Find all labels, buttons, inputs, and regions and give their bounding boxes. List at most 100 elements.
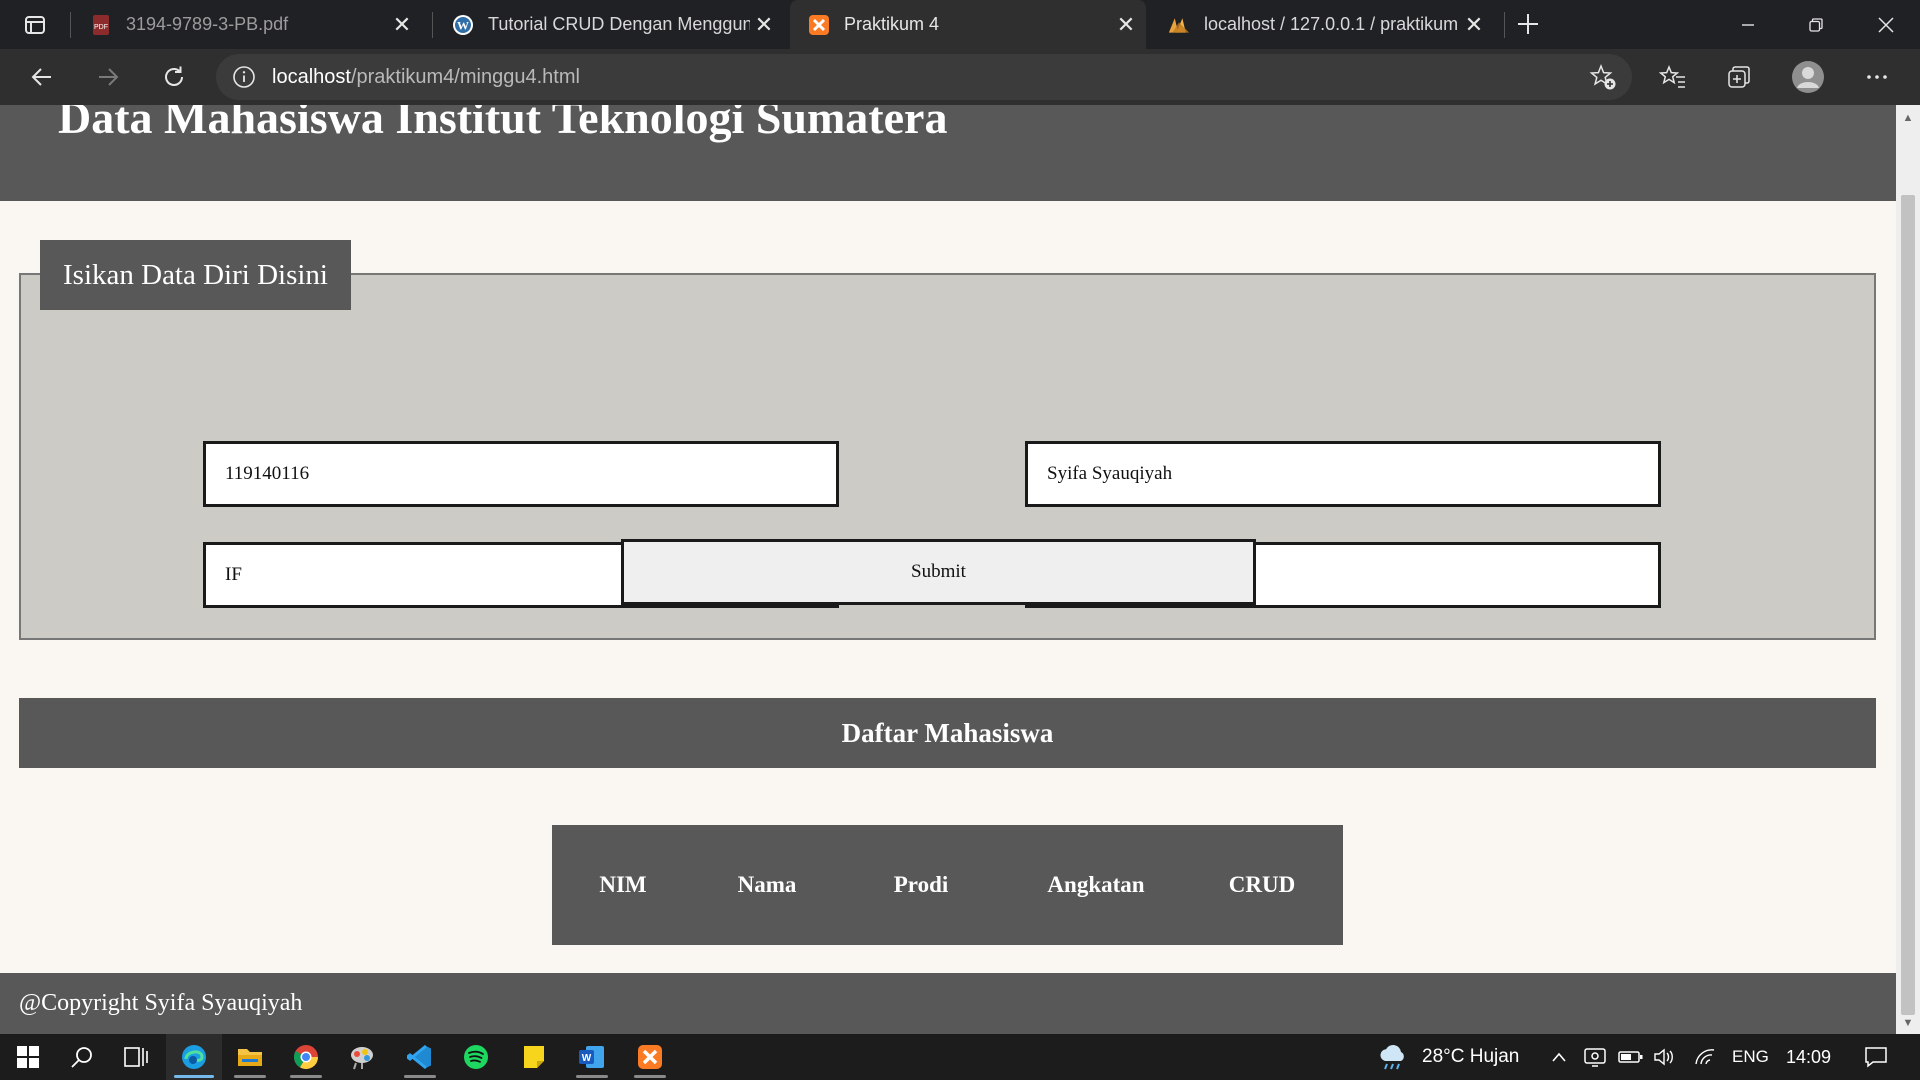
page-footer: @Copyright Syifa Syauqiyah <box>0 973 1896 1034</box>
tab-title: 3194-9789-3-PB.pdf <box>126 14 289 34</box>
windows-logo-icon <box>17 1046 39 1068</box>
xampp-icon <box>808 14 830 36</box>
start-button[interactable] <box>0 1034 56 1080</box>
windows-taskbar: W 28°C Hujan ENG 14:09 <box>0 1034 1920 1080</box>
minimize-icon <box>1742 23 1754 26</box>
task-view-icon <box>124 1047 148 1067</box>
close-window-button[interactable] <box>1852 0 1920 49</box>
site-info-icon[interactable] <box>216 65 272 89</box>
plus-icon <box>1518 14 1538 34</box>
wifi-icon[interactable] <box>1690 1034 1720 1080</box>
scrollbar-thumb[interactable] <box>1901 195 1915 1015</box>
add-favorite-button[interactable] <box>1582 57 1624 97</box>
taskbar-vscode[interactable] <box>392 1034 448 1080</box>
page-scrollbar[interactable]: ▲ ▼ <box>1896 105 1920 1034</box>
close-icon <box>1878 16 1894 33</box>
tab-phpmyadmin[interactable]: localhost / 127.0.0.1 / praktikum ✕ <box>1150 0 1494 49</box>
restore-icon <box>1809 17 1823 32</box>
settings-menu-button[interactable] <box>1856 57 1898 97</box>
page-viewport: Data Mahasiswa Institut Teknologi Sumate… <box>0 105 1896 1034</box>
forward-button[interactable] <box>88 57 128 97</box>
scroll-up-icon[interactable]: ▲ <box>1896 109 1920 127</box>
search-icon <box>71 1047 92 1068</box>
weather-label[interactable]: 28°C Hujan <box>1422 1034 1519 1080</box>
minimize-button[interactable] <box>1714 0 1782 49</box>
volume-icon[interactable] <box>1650 1034 1680 1080</box>
nama-input[interactable]: Syifa Syauqiyah <box>1025 441 1661 507</box>
tab-tutorial-crud[interactable]: W Tutorial CRUD Dengan Menggunakan ✕ <box>434 0 784 49</box>
chrome-icon <box>293 1045 318 1070</box>
back-arrow-icon <box>31 68 51 86</box>
tab-separator <box>432 12 433 38</box>
browser-toolbar: localhost/praktikum4/minggu4.html <box>0 49 1920 105</box>
list-title: Daftar Mahasiswa <box>19 698 1876 768</box>
url-path: /praktikum4/minggu4.html <box>350 65 580 88</box>
tab-separator <box>1504 12 1505 38</box>
page-header: Data Mahasiswa Institut Teknologi Sumate… <box>0 105 1896 201</box>
battery-icon[interactable] <box>1616 1034 1646 1080</box>
taskbar-file-explorer[interactable] <box>222 1034 278 1080</box>
tab-praktikum-4[interactable]: Praktikum 4 ✕ <box>790 0 1146 49</box>
meet-now-icon[interactable] <box>1580 1034 1610 1080</box>
pdf-icon: PDF <box>90 14 112 36</box>
wordpress-icon: W <box>452 14 474 36</box>
weather-icon[interactable] <box>1376 1034 1410 1080</box>
sticky-notes-icon <box>524 1046 544 1068</box>
submit-button[interactable]: Submit <box>621 539 1256 605</box>
task-view-button[interactable] <box>108 1034 164 1080</box>
taskbar-spotify[interactable] <box>448 1034 504 1080</box>
more-icon <box>1867 75 1887 79</box>
taskbar-app[interactable] <box>334 1034 390 1080</box>
tab-title: Praktikum 4 <box>844 14 940 34</box>
favorites-button[interactable] <box>1652 57 1694 97</box>
collections-icon <box>1728 66 1750 88</box>
input-language[interactable]: ENG <box>1732 1034 1769 1080</box>
svg-text:W: W <box>582 1053 592 1064</box>
svg-text:W: W <box>457 18 469 32</box>
browser-tab-bar: PDF 3194-9789-3-PB.pdf ✕ W Tutorial CRUD… <box>0 0 1920 49</box>
tab-separator <box>70 12 71 38</box>
clock[interactable]: 14:09 <box>1786 1034 1831 1080</box>
close-tab-icon[interactable]: ✕ <box>388 11 416 39</box>
new-tab-button[interactable] <box>1508 6 1548 42</box>
taskbar-xampp[interactable] <box>622 1034 678 1080</box>
refresh-button[interactable] <box>154 57 194 97</box>
url-host: localhost <box>272 65 351 88</box>
scroll-down-icon[interactable]: ▼ <box>1896 1014 1920 1032</box>
close-tab-icon[interactable]: ✕ <box>750 11 778 39</box>
taskbar-chrome[interactable] <box>278 1034 334 1080</box>
restore-button[interactable] <box>1782 0 1850 49</box>
collections-button[interactable] <box>1718 57 1760 97</box>
chevron-up-icon[interactable] <box>1544 1034 1574 1080</box>
taskbar-edge[interactable] <box>166 1034 222 1080</box>
back-button[interactable] <box>22 57 62 97</box>
close-tab-icon[interactable]: ✕ <box>1460 11 1488 39</box>
taskbar-word[interactable]: W <box>564 1034 620 1080</box>
avatar-icon <box>1792 61 1824 93</box>
nim-input[interactable]: 119140116 <box>203 441 839 507</box>
svg-text:PDF: PDF <box>94 24 108 31</box>
column-header-nim: NIM <box>599 872 647 897</box>
search-button[interactable] <box>54 1034 110 1080</box>
tab-actions-icon <box>25 15 45 34</box>
notification-center-icon[interactable] <box>1856 1034 1896 1080</box>
student-table: NIM Nama Prodi Angkatan CRUD <box>552 825 1343 945</box>
profile-button[interactable] <box>1787 57 1829 97</box>
phpmyadmin-icon <box>1168 14 1190 36</box>
column-header-crud: CRUD <box>1228 872 1296 897</box>
forward-arrow-icon <box>99 68 119 86</box>
form-legend: Isikan Data Diri Disini <box>40 240 351 310</box>
star-add-icon <box>1589 63 1616 90</box>
tab-actions-button[interactable] <box>0 0 70 49</box>
page-title: Data Mahasiswa Institut Teknologi Sumate… <box>58 105 948 143</box>
tab-title: Tutorial CRUD Dengan Menggunakan <box>488 14 750 34</box>
address-bar[interactable]: localhost/praktikum4/minggu4.html <box>216 54 1632 100</box>
spotify-icon <box>464 1045 488 1069</box>
tab-pdf[interactable]: PDF 3194-9789-3-PB.pdf ✕ <box>72 0 422 49</box>
column-header-angkatan: Angkatan <box>1047 872 1145 897</box>
taskbar-sticky-notes[interactable] <box>506 1034 562 1080</box>
vscode-icon <box>407 1044 431 1070</box>
refresh-icon <box>165 66 183 86</box>
favorites-icon <box>1659 65 1685 88</box>
close-tab-icon[interactable]: ✕ <box>1112 11 1140 39</box>
